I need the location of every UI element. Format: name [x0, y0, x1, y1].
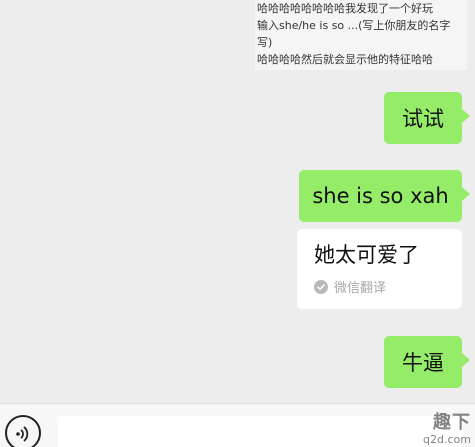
chat-input-bar [0, 403, 475, 447]
bubble-tail [462, 187, 470, 201]
translation-footer: 微信翻译 [314, 277, 462, 296]
bubble-tail [462, 353, 470, 367]
sent-message-bubble[interactable]: 牛逼 [384, 336, 462, 388]
message-text: 试试 [402, 107, 444, 131]
translation-text: 她太可爱了 [314, 243, 419, 267]
check-icon [314, 279, 328, 294]
translation-label: 微信翻译 [334, 281, 387, 296]
quoted-line: 哈哈哈哈哈哈哈哈我发现了一个好玩 [257, 2, 433, 15]
watermark-domain: q2d.com [423, 433, 471, 446]
quoted-message: 哈哈哈哈哈哈哈哈我发现了一个好玩 输入she/he is so ...(写上你朋… [255, 0, 467, 70]
chat-screen: 哈哈哈哈哈哈哈哈我发现了一个好玩 输入she/he is so ...(写上你朋… [0, 0, 475, 447]
message-text: she is so xah [312, 184, 449, 208]
quoted-line: 哈哈哈哈然后就会显示他的特征哈哈 [257, 53, 433, 66]
quoted-line: 输入she/he is so ...(写上你朋友的名字 [257, 19, 451, 32]
message-input[interactable] [58, 416, 463, 447]
watermark-logo-text: 趣下 [433, 412, 471, 433]
voice-icon[interactable] [5, 415, 41, 447]
sent-message-bubble[interactable]: 试试 [384, 92, 462, 144]
translation-card[interactable]: 她太可爱了 微信翻译 [297, 229, 462, 309]
quoted-line: 写) [257, 36, 273, 49]
message-text: 牛逼 [402, 351, 444, 375]
bubble-tail [462, 109, 470, 123]
site-watermark: 趣下 q2d.com [423, 412, 471, 446]
sent-message-bubble[interactable]: she is so xah [299, 170, 462, 222]
